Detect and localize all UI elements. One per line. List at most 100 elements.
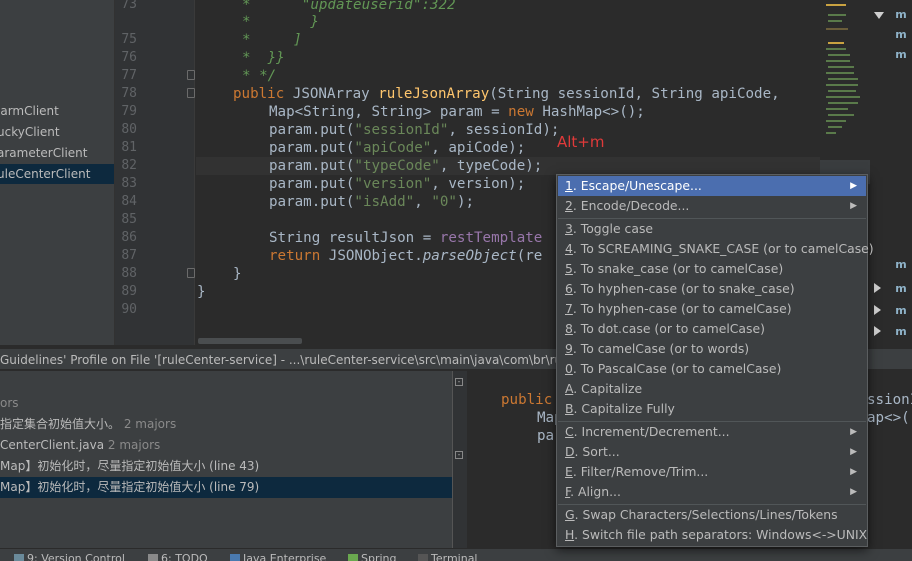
line-number: 76 — [121, 50, 137, 65]
project-tree: larmClient uckyClient arameterClient ule… — [0, 0, 115, 345]
result-group[interactable]: ors — [0, 393, 452, 414]
tree-item-lucky-client[interactable]: uckyClient — [0, 122, 114, 142]
line-number: 90 — [121, 302, 137, 317]
method-icon[interactable]: m — [894, 48, 908, 62]
result-item[interactable]: Map】初始化时，尽量指定初始值大小 (line 43) — [0, 456, 452, 477]
submenu-arrow-icon: ▶ — [850, 467, 857, 477]
tool-window-terminal[interactable]: Terminal — [418, 552, 478, 561]
line-number: 89 — [121, 284, 137, 299]
fold-marker-icon[interactable] — [187, 88, 195, 98]
tool-window-todo[interactable]: 6: TODO — [148, 552, 208, 561]
code-line-73: * "updateuserid":322 — [242, 0, 456, 13]
menu-item-hyphen-case-snake[interactable]: 6. To hyphen-case (or to snake_case) — [558, 279, 866, 299]
menu-item-sort[interactable]: D. Sort... ▶ — [558, 442, 866, 462]
spring-icon — [348, 554, 358, 561]
method-icon[interactable]: m — [894, 28, 908, 42]
expand-arrow-icon[interactable] — [874, 305, 881, 315]
tree-item-label: uckyClient — [0, 125, 60, 139]
line-number: 78 — [121, 86, 137, 101]
menu-item-snake-case[interactable]: 5. To snake_case (or to camelCase) — [558, 259, 866, 279]
menu-item-increment-decrement[interactable]: C. Increment/Decrement... ▶ — [558, 422, 866, 442]
menu-item-filter-remove-trim[interactable]: E. Filter/Remove/Trim... ▶ — [558, 462, 866, 482]
tree-item-rule-center-client[interactable]: uleCenterClient — [0, 164, 114, 184]
java-enterprise-icon — [230, 554, 240, 561]
tool-window-version-control[interactable]: 9: Version Control — [14, 552, 125, 561]
code-line-80: param.put("sessionId", sessionId); — [269, 122, 560, 138]
code-line-79: Map<String, String> param = new HashMap<… — [269, 104, 645, 120]
code-line-77: * */ — [242, 68, 277, 84]
line-number-gutter: 73 75 76 77 78 79 80 81 82 83 84 85 86 8… — [115, 0, 195, 345]
menu-item-hyphen-case-camel[interactable]: 7. To hyphen-case (or to camelCase) — [558, 299, 866, 319]
menu-item-align[interactable]: F. Align... ▶ — [558, 482, 866, 502]
tool-window-java-enterprise[interactable]: Java Enterprise — [230, 552, 326, 561]
line-number: 82 — [121, 158, 137, 173]
code-line-83: param.put("version", version); — [269, 176, 526, 192]
tool-window-spring[interactable]: Spring — [348, 552, 397, 561]
menu-item-capitalize[interactable]: A. Capitalize — [558, 379, 866, 399]
result-item-selected[interactable]: Map】初始化时，尽量指定初始值大小 (line 79) — [0, 477, 452, 498]
line-number: 85 — [121, 212, 137, 227]
menu-item-toggle-case[interactable]: 3. Toggle case — [558, 219, 866, 239]
submenu-arrow-icon: ▶ — [850, 427, 857, 437]
menu-item-swap[interactable]: G. Swap Characters/Selections/Lines/Toke… — [558, 505, 866, 525]
tree-item-label: uleCenterClient — [0, 167, 91, 181]
method-icon[interactable]: m — [894, 8, 908, 22]
code-line-89: } — [197, 284, 206, 300]
menu-item-encode-decode[interactable]: 2. Encode/Decode... ▶ — [558, 196, 866, 216]
menu-item-capitalize-fully[interactable]: B. Capitalize Fully — [558, 399, 866, 419]
shortcut-hint: Alt+m — [557, 133, 605, 151]
code-line-88: } — [233, 266, 242, 282]
method-icon[interactable]: m — [894, 282, 908, 296]
preview-line: public — [501, 392, 553, 408]
expand-arrow-icon[interactable] — [874, 326, 881, 336]
expand-arrow-icon[interactable] — [874, 12, 884, 19]
line-number: 81 — [121, 140, 137, 155]
method-icon[interactable]: m — [894, 304, 908, 318]
preview-gutter: - - — [453, 371, 467, 548]
tree-item-parameter-client[interactable]: arameterClient — [0, 143, 114, 163]
line-number: 83 — [121, 176, 137, 191]
tool-window-bar: 9: Version Control 6: TODO Java Enterpri… — [0, 548, 912, 561]
method-icon[interactable]: m — [894, 325, 908, 339]
line-number: 88 — [121, 266, 137, 281]
menu-item-screaming-snake-case[interactable]: 4. To SCREAMING_SNAKE_CASE (or to camelC… — [558, 239, 874, 259]
method-icon[interactable]: m — [894, 258, 908, 272]
line-number: 75 — [121, 32, 137, 47]
preview-line: ssionI — [867, 392, 912, 408]
tree-item-alarm-client[interactable]: larmClient — [0, 101, 114, 121]
preview-line: ap<>( — [867, 410, 910, 426]
line-number: 87 — [121, 248, 137, 263]
menu-item-escape-unescape[interactable]: 1. Escape/Unescape... ▶ — [558, 176, 866, 196]
submenu-arrow-icon: ▶ — [850, 181, 857, 191]
horizontal-scrollbar[interactable] — [198, 338, 302, 344]
menu-item-dot-case[interactable]: 8. To dot.case (or to camelCase) — [558, 319, 866, 339]
vcs-icon — [14, 554, 24, 561]
menu-item-switch-path-separators[interactable]: H. Switch file path separators: Windows<… — [558, 525, 867, 545]
code-line-84: param.put("isAdd", "0"); — [269, 194, 475, 210]
inspection-results: ors 指定集合初始值大小。 2 majors CenterClient.jav… — [0, 371, 452, 548]
code-line-82: param.put("typeCode", typeCode); — [196, 157, 820, 175]
fold-marker-icon[interactable] — [187, 70, 195, 80]
expand-arrow-icon[interactable] — [874, 283, 881, 293]
code-line-81: param.put("apiCode", apiCode); — [269, 140, 526, 156]
submenu-arrow-icon: ▶ — [850, 487, 857, 497]
line-number: 79 — [121, 104, 137, 119]
result-rule[interactable]: 指定集合初始值大小。 2 majors — [0, 414, 452, 435]
string-manipulation-menu[interactable]: 1. Escape/Unescape... ▶ 2. Encode/Decode.… — [556, 174, 874, 547]
line-number: 80 — [121, 122, 137, 137]
submenu-arrow-icon: ▶ — [850, 201, 857, 211]
todo-icon — [148, 554, 158, 561]
preview-line: pa — [537, 428, 555, 444]
menu-item-camel-case[interactable]: 9. To camelCase (or to words) — [558, 339, 866, 359]
tree-item-label: larmClient — [0, 104, 59, 118]
line-number: 86 — [121, 230, 137, 245]
menu-item-pascal-case[interactable]: 0. To PascalCase (or to camelCase) — [558, 359, 866, 379]
submenu-arrow-icon: ▶ — [850, 447, 857, 457]
code-line-74: * } — [242, 14, 319, 30]
code-line-76: * }} — [242, 50, 285, 66]
line-number: 84 — [121, 194, 137, 209]
line-number: 73 — [121, 0, 137, 12]
tree-item-label: arameterClient — [0, 146, 88, 160]
result-file[interactable]: CenterClient.java 2 majors — [0, 435, 452, 456]
fold-marker-icon[interactable] — [187, 268, 195, 278]
